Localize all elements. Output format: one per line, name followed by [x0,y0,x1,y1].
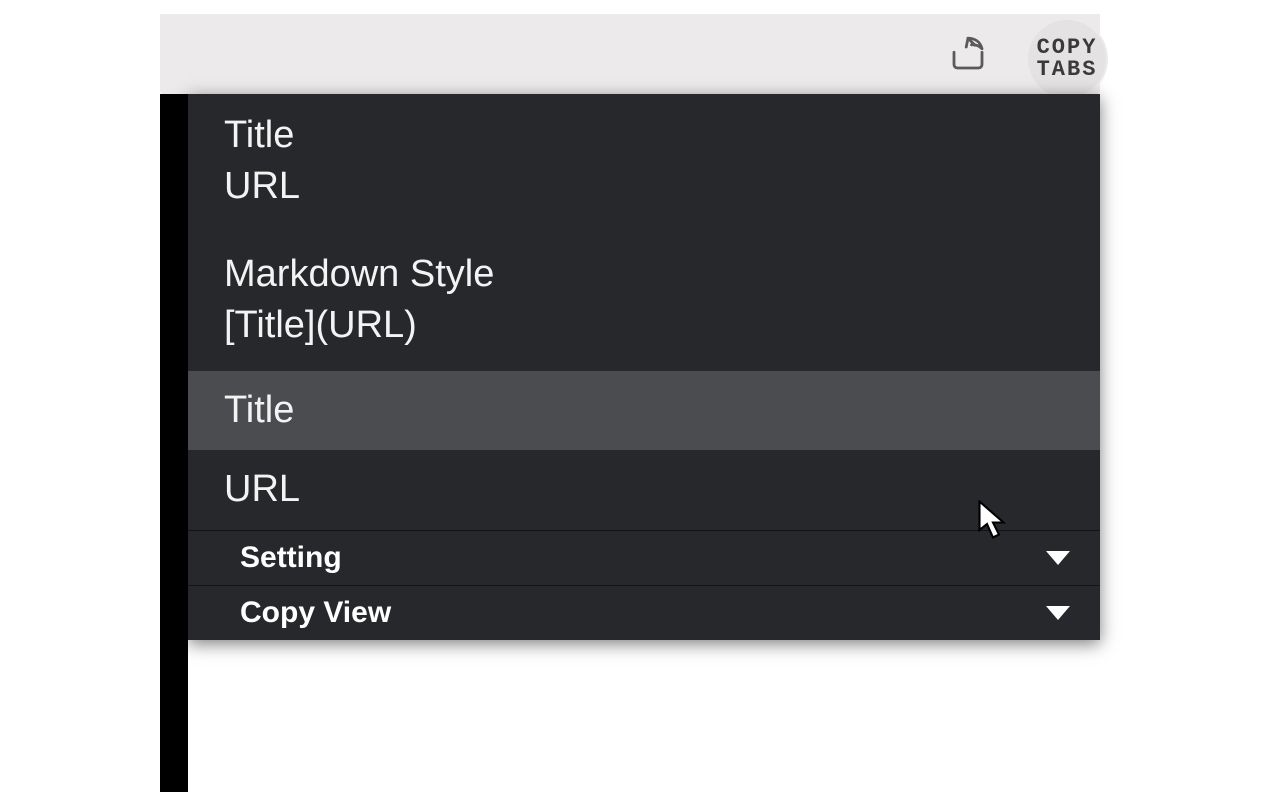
format-option-title-url[interactable]: Title URL [188,94,1100,233]
section-setting[interactable]: Setting [188,530,1100,585]
chevron-down-icon [1046,551,1070,565]
format-line: Title [224,110,1064,161]
section-copy-view[interactable]: Copy View [188,585,1100,640]
format-option-markdown[interactable]: Markdown Style [Title](URL) [188,233,1100,372]
browser-toolbar: COPY TABS [160,14,1100,94]
item-label: URL [224,468,300,510]
page-background [160,94,188,792]
format-line: URL [224,161,1064,212]
format-option-url-only[interactable]: URL [188,450,1100,529]
copy-tabs-extension-button[interactable]: COPY TABS [1028,20,1106,98]
format-line: [Title](URL) [224,300,1064,351]
share-icon[interactable] [946,32,990,76]
chevron-down-icon [1046,606,1070,620]
format-line: Markdown Style [224,249,1064,300]
format-option-title-only[interactable]: Title [188,371,1100,450]
section-label: Copy View [240,596,391,630]
copy-tabs-popup: Title URL Markdown Style [Title](URL) Ti… [188,94,1100,640]
section-label: Setting [240,541,342,575]
item-label: Title [224,389,294,431]
